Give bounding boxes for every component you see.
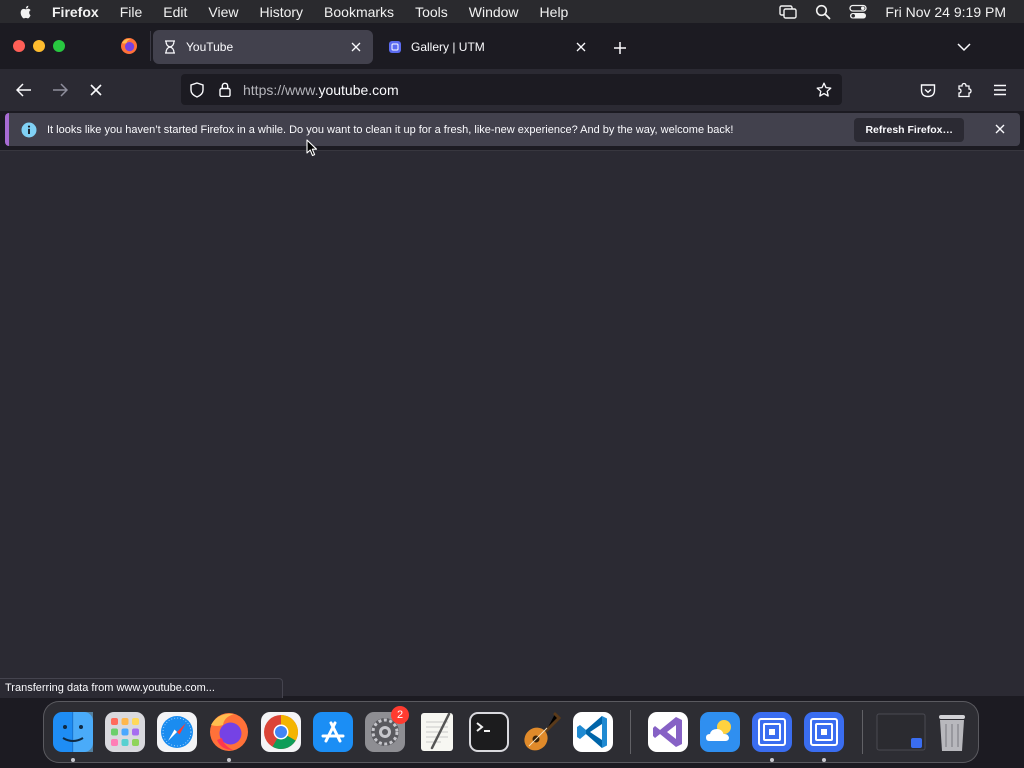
guitar-app-icon[interactable] [519,710,563,754]
menu-view[interactable]: View [208,4,238,20]
plus-icon [614,42,626,54]
vscode-icon[interactable] [571,710,615,754]
terminal-icon[interactable] [467,710,511,754]
arrow-left-icon [16,83,31,97]
puzzle-icon [958,82,972,98]
notification-badge: 2 [391,706,409,724]
apple-logo-icon[interactable] [18,4,34,20]
notification-infobar: It looks like you haven’t started Firefo… [5,113,1020,146]
utm-icon [388,40,402,54]
dock-separator [630,710,631,754]
list-all-tabs-button[interactable] [952,35,976,59]
navigation-toolbar: https://www.youtube.com [0,69,1024,111]
running-indicator [770,758,774,762]
textedit-icon[interactable] [415,710,459,754]
status-panel: Transferring data from www.youtube.com..… [0,678,283,698]
finder-icon[interactable] [51,710,95,754]
menu-tools[interactable]: Tools [415,4,448,20]
spotlight-search-icon[interactable] [815,4,831,20]
tab-label: YouTube [186,40,234,54]
lock-icon[interactable] [215,80,235,100]
menu-edit[interactable]: Edit [163,4,187,20]
utm-vm-icon[interactable] [802,710,846,754]
visual-studio-icon[interactable] [646,710,690,754]
stop-loading-button[interactable] [83,77,109,103]
menu-file[interactable]: File [120,4,143,20]
tab-separator [150,31,151,61]
pocket-icon [920,83,936,97]
running-indicator [227,758,231,762]
extensions-button[interactable] [951,77,977,103]
new-tab-button[interactable] [608,36,632,60]
firefox-dock-icon[interactable] [207,710,251,754]
app-menu-button[interactable] [987,77,1013,103]
mouse-cursor-icon [306,139,318,157]
refresh-firefox-button[interactable]: Refresh Firefox… [854,117,964,142]
trash-icon[interactable] [930,710,974,754]
star-icon [816,82,832,97]
firefox-icon [121,38,137,54]
menu-app-name[interactable]: Firefox [52,4,99,20]
menu-history[interactable]: History [259,4,303,20]
hamburger-menu-icon [994,84,1006,96]
url-bar[interactable]: https://www.youtube.com [181,74,842,105]
page-content-area[interactable] [0,151,1024,696]
menubar-clock[interactable]: Fri Nov 24 9:19 PM [885,4,1006,20]
shield-icon[interactable] [187,80,207,100]
tab-close-button[interactable] [344,35,368,59]
pocket-button[interactable] [915,77,941,103]
weather-icon[interactable] [698,710,742,754]
close-icon [351,42,361,52]
firefox-window: YouTube Gallery | UTM https://www.youtub… [0,23,1024,698]
utm-app-icon[interactable] [750,710,794,754]
forward-button[interactable] [47,77,73,103]
control-center-icon[interactable] [849,4,868,20]
hourglass-icon [163,40,177,54]
back-button[interactable] [11,77,37,103]
running-indicator [71,758,75,762]
url-prefix: https://www. [243,81,319,98]
tab-strip: YouTube Gallery | UTM [0,23,1024,69]
tab-label: Gallery | UTM [411,40,485,54]
screen-mirroring-icon[interactable] [779,4,798,20]
dock-separator [862,710,863,754]
app-store-icon[interactable] [311,710,355,754]
menu-bookmarks[interactable]: Bookmarks [324,4,394,20]
infobar-message: It looks like you haven’t started Firefo… [47,123,734,136]
pinned-tab-firefox[interactable] [110,27,148,65]
menu-window[interactable]: Window [469,4,519,20]
tab-gallery-utm[interactable]: Gallery | UTM [378,30,598,64]
safari-icon[interactable] [155,710,199,754]
macos-menubar: Firefox File Edit View History Bookmarks… [0,0,1024,23]
url-domain: youtube.com [318,81,399,98]
arrow-right-icon [53,83,68,97]
info-icon [21,122,37,137]
macos-dock: 2 [43,701,979,763]
launchpad-icon[interactable] [103,710,147,754]
window-minimize-button[interactable] [33,40,45,52]
close-icon [995,124,1005,134]
close-icon [90,84,102,96]
window-close-button[interactable] [13,40,25,52]
close-icon [576,42,586,52]
url-text[interactable]: https://www.youtube.com [243,82,812,98]
running-indicator [822,758,826,762]
infobar-close-button[interactable] [992,121,1008,137]
tab-close-button[interactable] [569,35,593,59]
minimized-window-thumbnail[interactable] [876,710,926,754]
bookmark-star-button[interactable] [812,78,836,102]
chevron-down-icon [957,43,971,52]
tab-youtube[interactable]: YouTube [153,30,373,64]
chrome-icon[interactable] [259,710,303,754]
menu-help[interactable]: Help [540,4,569,20]
window-zoom-button[interactable] [53,40,65,52]
